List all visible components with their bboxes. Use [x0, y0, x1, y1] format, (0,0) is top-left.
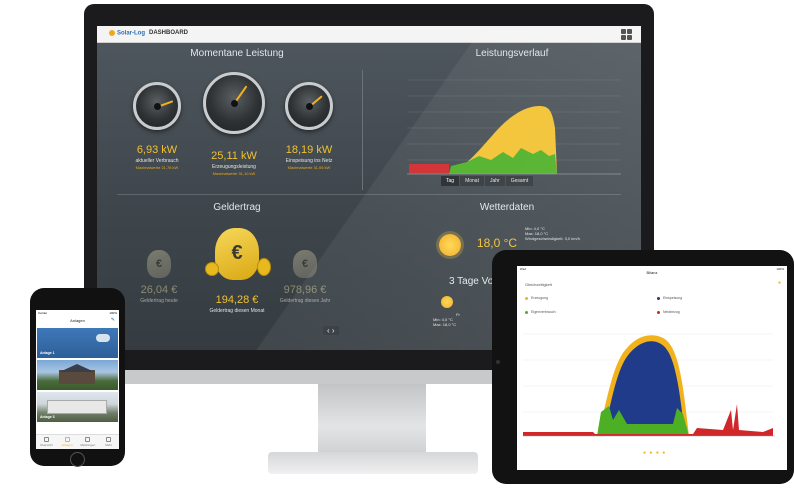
tab-month[interactable]: Monat — [460, 176, 484, 186]
tab-day[interactable]: Tag — [441, 176, 460, 186]
money-bag-icon: € — [293, 250, 317, 278]
yield-today-label: Geldertrag heute — [140, 298, 178, 304]
tab-year[interactable]: Jahr — [484, 176, 505, 186]
house-image — [47, 400, 107, 414]
home-button[interactable] — [70, 452, 85, 467]
sun-icon — [439, 234, 461, 256]
tablet-subtitle[interactable]: Gleichzeitigkeit — [525, 282, 552, 287]
legend-feed-in: Einspeisung — [657, 296, 682, 300]
tab-messages[interactable]: Meldungen — [78, 435, 99, 449]
grid-menu-icon[interactable] — [621, 29, 632, 40]
weather-temp: 18,0 °C — [476, 236, 518, 250]
app-logo[interactable]: Solar-Log — [109, 30, 145, 37]
consumption-max: Maximalwerte 21,78 kW — [135, 165, 179, 170]
plant-card[interactable] — [37, 360, 118, 390]
plant-icon — [64, 437, 70, 442]
tab-total[interactable]: Gesamt — [505, 176, 534, 186]
money-bag-icon: € — [147, 250, 171, 278]
sun-logo-icon — [109, 30, 115, 36]
production-label: Erzeugungsleistung — [212, 164, 256, 170]
plant-card[interactable]: Anlage 3 — [37, 392, 118, 422]
section-title-yield: Geldertrag — [213, 202, 261, 213]
tablet-screen: iPad 100% Bilanz Gleichzeitigkeit ● Erze… — [517, 266, 787, 470]
weather-details: Min: 4,0 °C Max: 18,0 °C Windgeschwindig… — [525, 226, 580, 241]
pencil-icon[interactable]: ✎ — [111, 317, 115, 323]
production-gauge — [203, 72, 265, 134]
feed-in-max: Maximalwerte 31,06 kW — [287, 165, 331, 170]
sun-filter-icon[interactable]: ● — [778, 280, 781, 286]
monitor-stand — [318, 384, 426, 454]
yield-year-label: Geldertrag dieses Jahr — [279, 298, 331, 304]
tab-more[interactable]: Mehr — [98, 435, 119, 449]
power-history-chart — [407, 79, 621, 175]
consumption-gauge — [133, 82, 181, 130]
phone-tab-bar: Übersicht Anlagen Meldungen Mehr — [36, 434, 119, 449]
monitor-base — [268, 452, 478, 474]
page-dots[interactable]: ● ● ● ● — [643, 450, 666, 456]
bell-icon — [85, 437, 91, 442]
legend-production: Erzeugung — [525, 296, 548, 300]
pager-arrows[interactable]: ‹ › — [323, 326, 339, 335]
phone-status-bar: Carrier 100% — [38, 311, 117, 315]
cloud-icon — [96, 334, 110, 342]
coin-icon — [205, 262, 219, 276]
phone-title: Anlagen — [70, 318, 85, 323]
consumption-value: 6,93 kW — [136, 144, 178, 156]
more-icon — [106, 437, 112, 442]
forecast-day: Fr Min: 4,0 °C Max: 18,0 °C — [433, 312, 460, 327]
legend-grid-draw: Netzbezug — [657, 310, 680, 314]
yield-month-label: Geldertrag diesen Monat — [209, 308, 265, 314]
section-title-power: Momentane Leistung — [190, 48, 284, 59]
production-max: Maximalwerte 31,10 kW — [212, 171, 256, 176]
tab-overview[interactable]: Übersicht — [36, 435, 57, 449]
chart-tabs: Tag Monat Jahr Gesamt — [441, 176, 534, 186]
feed-in-gauge — [285, 82, 333, 130]
balance-chart — [523, 333, 775, 437]
divider — [362, 70, 363, 190]
tablet-title: Bilanz — [646, 270, 658, 275]
legend-self-consumption: Eigenverbrauch — [525, 310, 556, 314]
section-title-weather: Wetterdaten — [479, 202, 535, 213]
grid-draw-area — [409, 164, 449, 174]
divider — [117, 194, 621, 195]
product-mockup: { "monitor": { "logo": "Solar-Log", "nav… — [0, 0, 794, 491]
section-title-history: Leistungsverlauf — [475, 48, 549, 59]
phone-screen: Carrier 100% Anlagen ✎ Anlage 1 Anlage 3… — [36, 310, 119, 449]
production-value: 25,11 kW — [211, 150, 257, 162]
coin-icon — [257, 258, 271, 276]
feed-in-label: Einspeisung ins Netz — [285, 158, 333, 164]
money-bag-icon: € — [215, 228, 259, 280]
plant-card[interactable]: Anlage 1 — [37, 328, 118, 358]
camera-icon — [496, 360, 500, 364]
yield-year-value: 978,96 € — [283, 284, 327, 296]
app-topbar: Solar-Log DASHBOARD — [97, 26, 641, 43]
feed-in-value: 18,19 kW — [285, 144, 333, 156]
consumption-label: aktueller Verbrauch — [135, 158, 179, 164]
yield-today-value: 26,04 € — [140, 284, 178, 296]
nav-dashboard[interactable]: DASHBOARD — [149, 30, 188, 36]
house-image — [59, 370, 95, 384]
tab-plants[interactable]: Anlagen — [57, 435, 78, 449]
home-icon — [43, 437, 49, 442]
sun-icon — [441, 296, 453, 308]
